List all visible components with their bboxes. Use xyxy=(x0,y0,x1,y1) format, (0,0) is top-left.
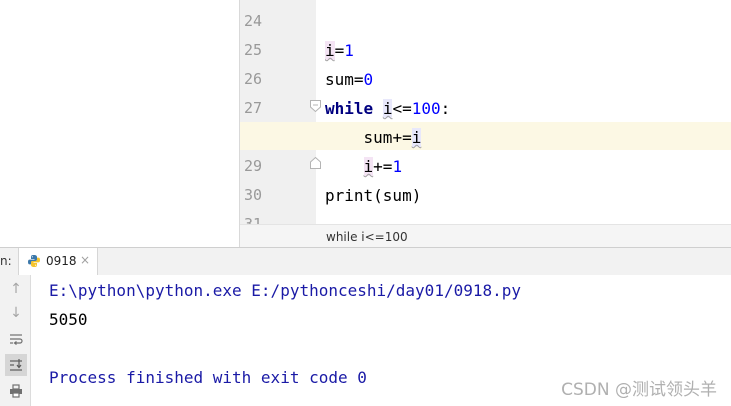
scroll-to-end-icon[interactable] xyxy=(5,354,27,376)
operator: += xyxy=(392,128,412,147)
fold-collapse-icon[interactable] xyxy=(310,100,321,112)
line-number: 31 xyxy=(244,215,263,224)
variable-i: i xyxy=(363,157,374,176)
line-number: 30 xyxy=(244,186,263,204)
keyword-while: while xyxy=(325,99,374,118)
breadcrumb-item[interactable]: while i<=100 xyxy=(326,230,408,244)
run-panel-label: n: xyxy=(0,254,12,268)
python-icon xyxy=(28,255,40,267)
operator: = xyxy=(353,70,364,89)
number-literal: 1 xyxy=(344,41,354,60)
run-tool-window-header: n: 0918 × xyxy=(0,247,731,276)
line-number: 25 xyxy=(244,41,263,59)
variable-i: i xyxy=(325,41,335,60)
breadcrumb: while i<=100 xyxy=(240,224,731,247)
tab-label: 0918 xyxy=(46,254,77,268)
code-line-27: while i<=100: xyxy=(325,99,450,118)
arrow-up-icon[interactable]: ↑ xyxy=(5,278,27,300)
project-panel xyxy=(0,0,240,247)
variable-sum: sum xyxy=(363,128,393,147)
code-line-26: sum=0 xyxy=(325,70,373,89)
watermark: CSDN @测试领头羊 xyxy=(561,380,717,400)
number-literal: 100 xyxy=(411,99,441,118)
line-number: 26 xyxy=(244,70,263,88)
close-icon[interactable]: × xyxy=(80,253,90,267)
variable-sum: sum xyxy=(325,70,354,89)
code-line-25: i=1 xyxy=(325,41,354,60)
line-number: 29 xyxy=(244,157,263,175)
print-icon[interactable] xyxy=(5,380,27,402)
code-editor[interactable]: 24 25 26 27 28 29 30 31 i=1 sum=0 while … xyxy=(240,0,731,247)
line-number-gutter: 24 25 26 27 28 29 30 31 xyxy=(240,0,316,224)
code-line-30: print(sum) xyxy=(325,186,422,205)
line-number: 27 xyxy=(244,99,263,117)
operator: <= xyxy=(392,99,412,118)
code-line-29: i+=1 xyxy=(325,157,402,176)
variable-i: i xyxy=(411,128,422,147)
tab-0918[interactable]: 0918 × xyxy=(18,248,98,275)
colon: : xyxy=(440,99,451,118)
fold-end-icon[interactable] xyxy=(310,157,321,169)
line-number: 24 xyxy=(244,12,263,30)
number-literal: 1 xyxy=(392,157,403,176)
caret-row-highlight xyxy=(240,122,731,150)
arrow-down-icon[interactable]: ↓ xyxy=(5,302,27,324)
operator: += xyxy=(373,157,393,176)
number-literal: 0 xyxy=(363,70,374,89)
run-toolbar: ↑ ↓ xyxy=(0,275,31,406)
code-line-28: sum+=i xyxy=(325,128,422,147)
operator: = xyxy=(334,41,345,60)
variable-i: i xyxy=(382,99,393,118)
soft-wrap-icon[interactable] xyxy=(5,329,27,351)
console-command-line: E:\python\python.exe E:/pythonceshi/day0… xyxy=(49,281,522,300)
console-result-line: 5050 xyxy=(49,310,88,329)
console-exit-line: Process finished with exit code 0 xyxy=(49,368,367,387)
